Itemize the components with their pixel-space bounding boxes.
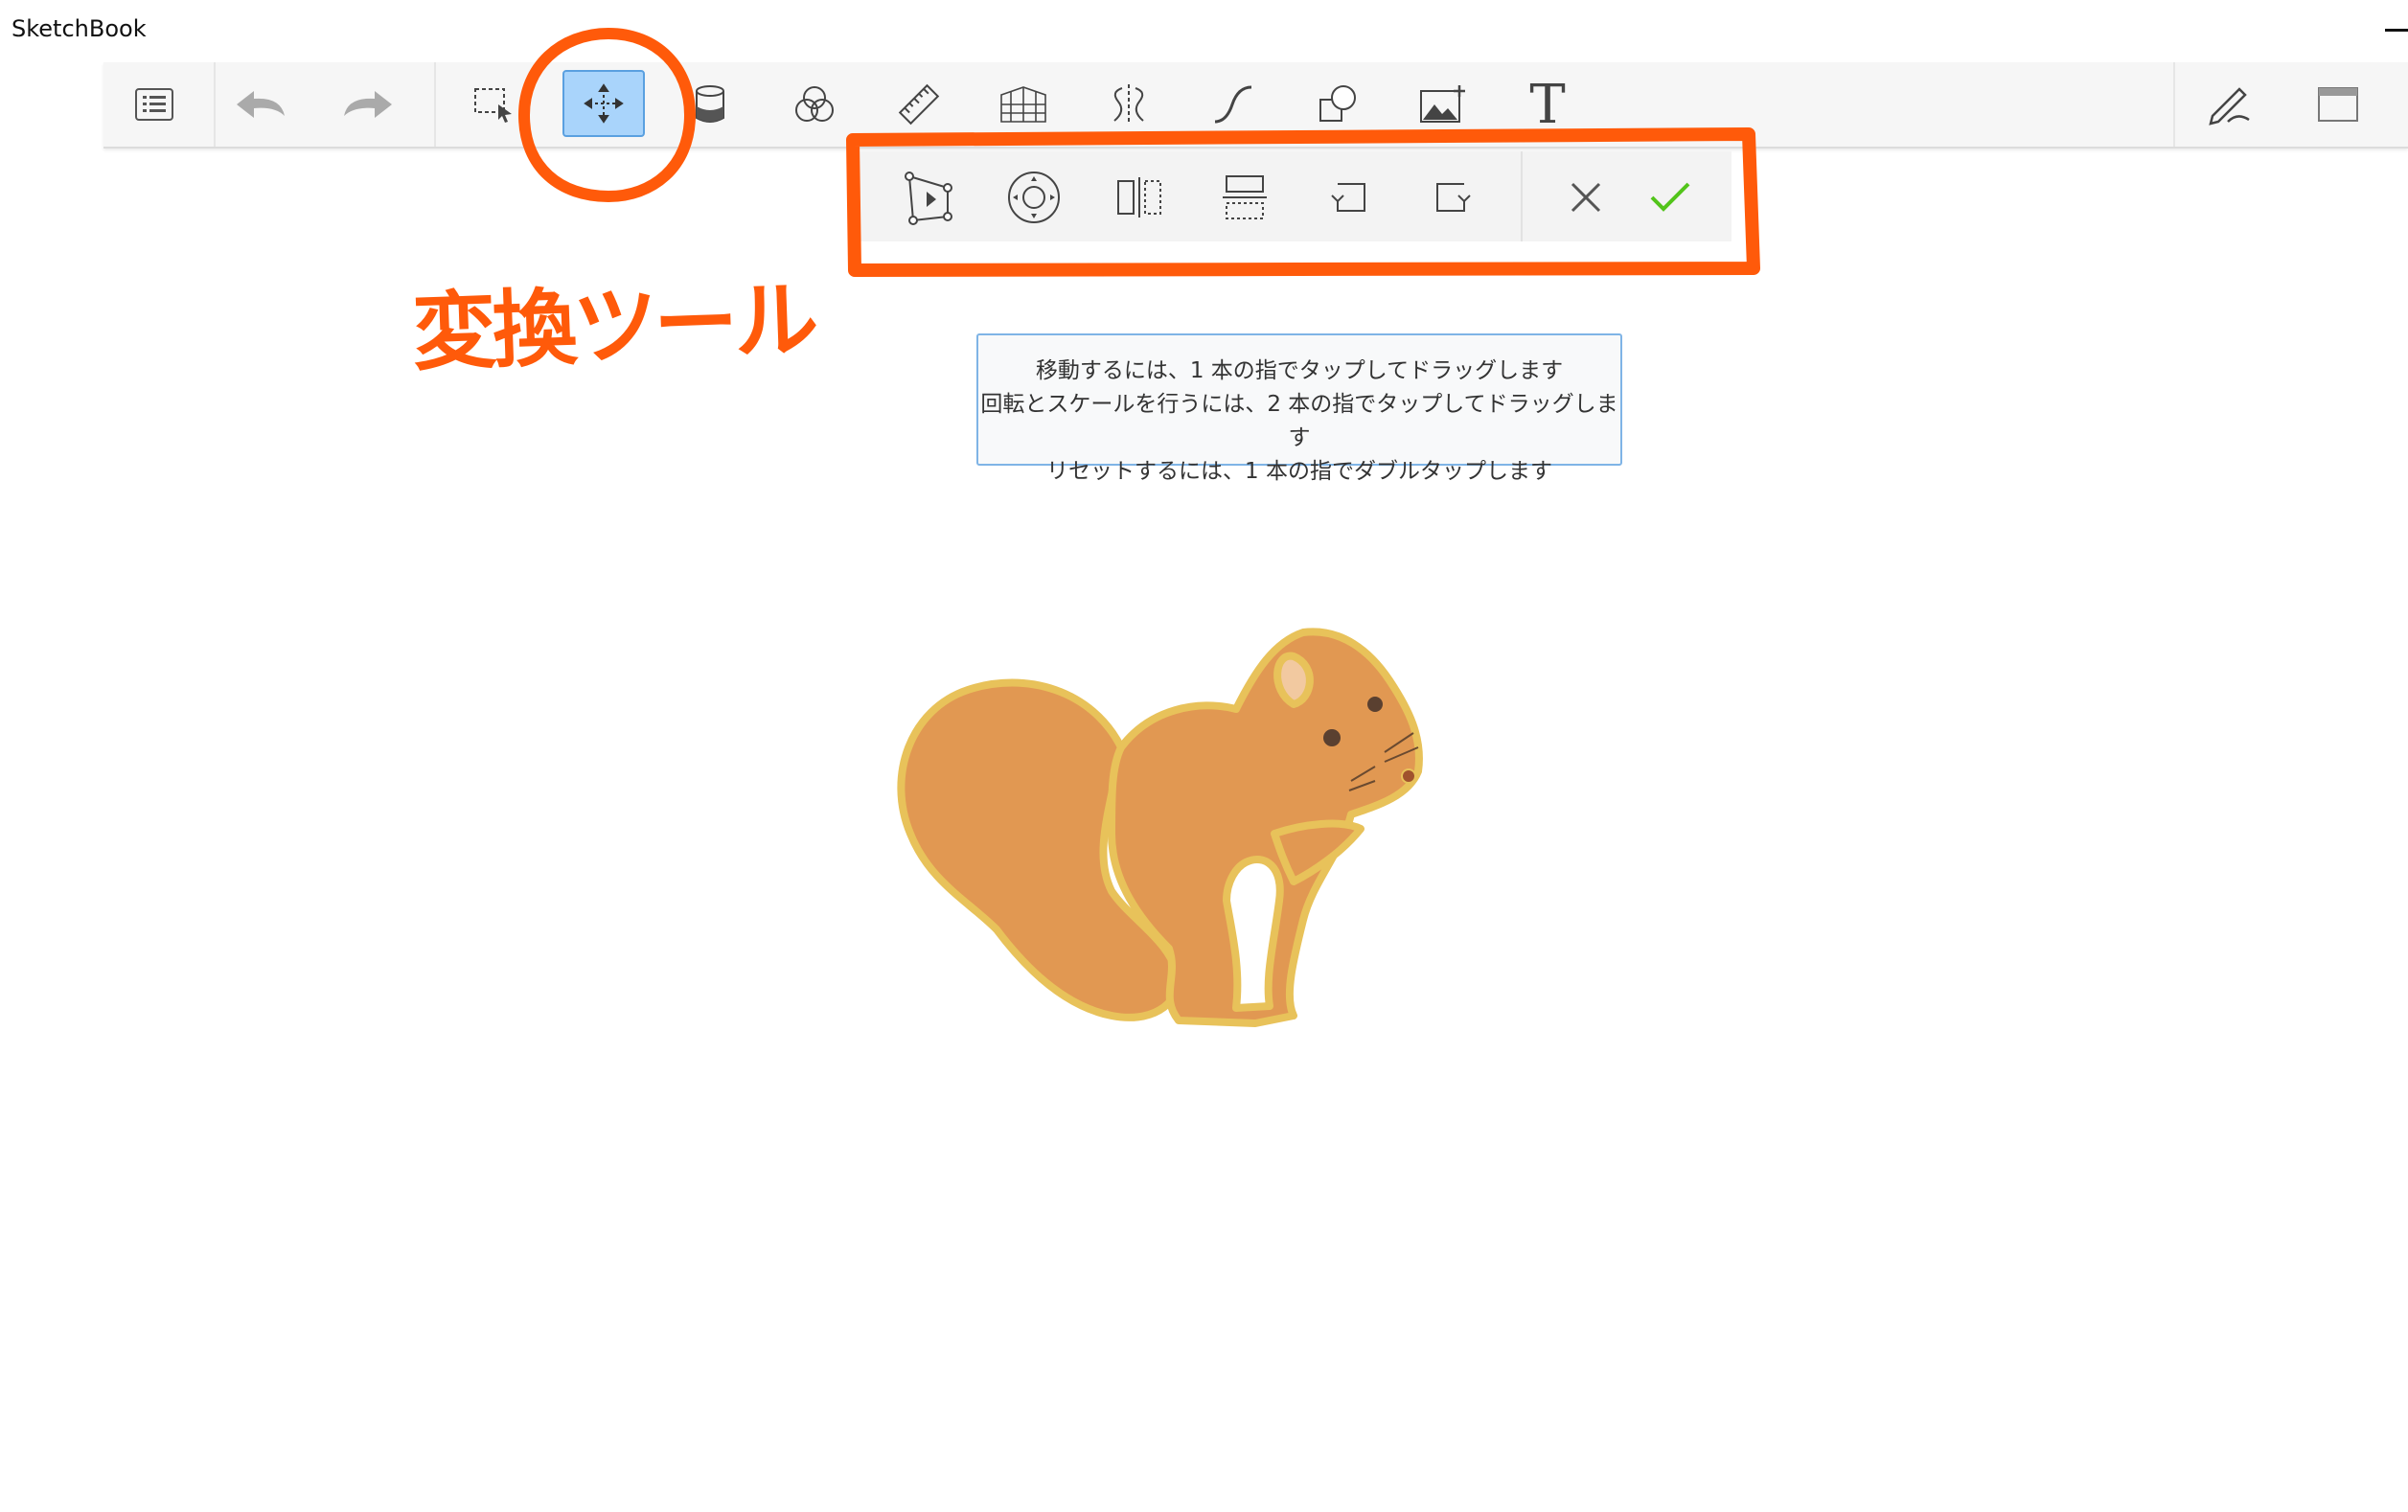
gesture-tooltip: 移動するには、1 本の指でタップしてドラッグします 回転とスケールを行うには、2… xyxy=(976,333,1622,484)
app-title: SketchBook xyxy=(11,15,147,42)
toolbar-separator xyxy=(434,62,436,147)
shapes-icon xyxy=(1319,85,1356,122)
curve-icon xyxy=(1214,85,1252,124)
tooltip-line-reset: リセットするには、1 本の指でダブルタップします xyxy=(1046,459,1552,484)
ruler-icon xyxy=(898,83,940,126)
squirrel-drawing xyxy=(897,628,1423,1027)
symmetry-icon xyxy=(1113,84,1144,125)
toolbar-separator xyxy=(214,62,216,147)
perspective-grid-icon xyxy=(1000,86,1046,123)
color-button[interactable] xyxy=(778,68,851,141)
minimize-button[interactable] xyxy=(2385,29,2408,32)
highlight-circle xyxy=(517,27,697,203)
tooltip-line-move: 移動するには、1 本の指でタップしてドラッグします xyxy=(1035,358,1564,383)
undo-button[interactable] xyxy=(224,68,297,141)
window-icon xyxy=(2318,87,2358,122)
menu-button[interactable] xyxy=(118,68,191,141)
add-image-icon xyxy=(1420,85,1465,123)
list-icon xyxy=(135,88,173,121)
pen-icon xyxy=(2209,87,2250,126)
color-circles-icon xyxy=(795,86,834,122)
tooltip-line-rotate-scale: 回転とスケールを行うには、2 本の指でタップしてドラッグします xyxy=(980,392,1618,450)
undo-icon xyxy=(237,91,285,118)
pen-button[interactable] xyxy=(2192,68,2265,141)
highlight-rectangle xyxy=(846,127,1760,277)
toolbar-separator xyxy=(2173,62,2175,147)
annotation-label: 変換ツール xyxy=(410,269,816,383)
window-button[interactable] xyxy=(2302,68,2374,141)
redo-button[interactable] xyxy=(332,68,404,141)
redo-icon xyxy=(344,91,392,118)
selection-icon xyxy=(474,88,512,123)
